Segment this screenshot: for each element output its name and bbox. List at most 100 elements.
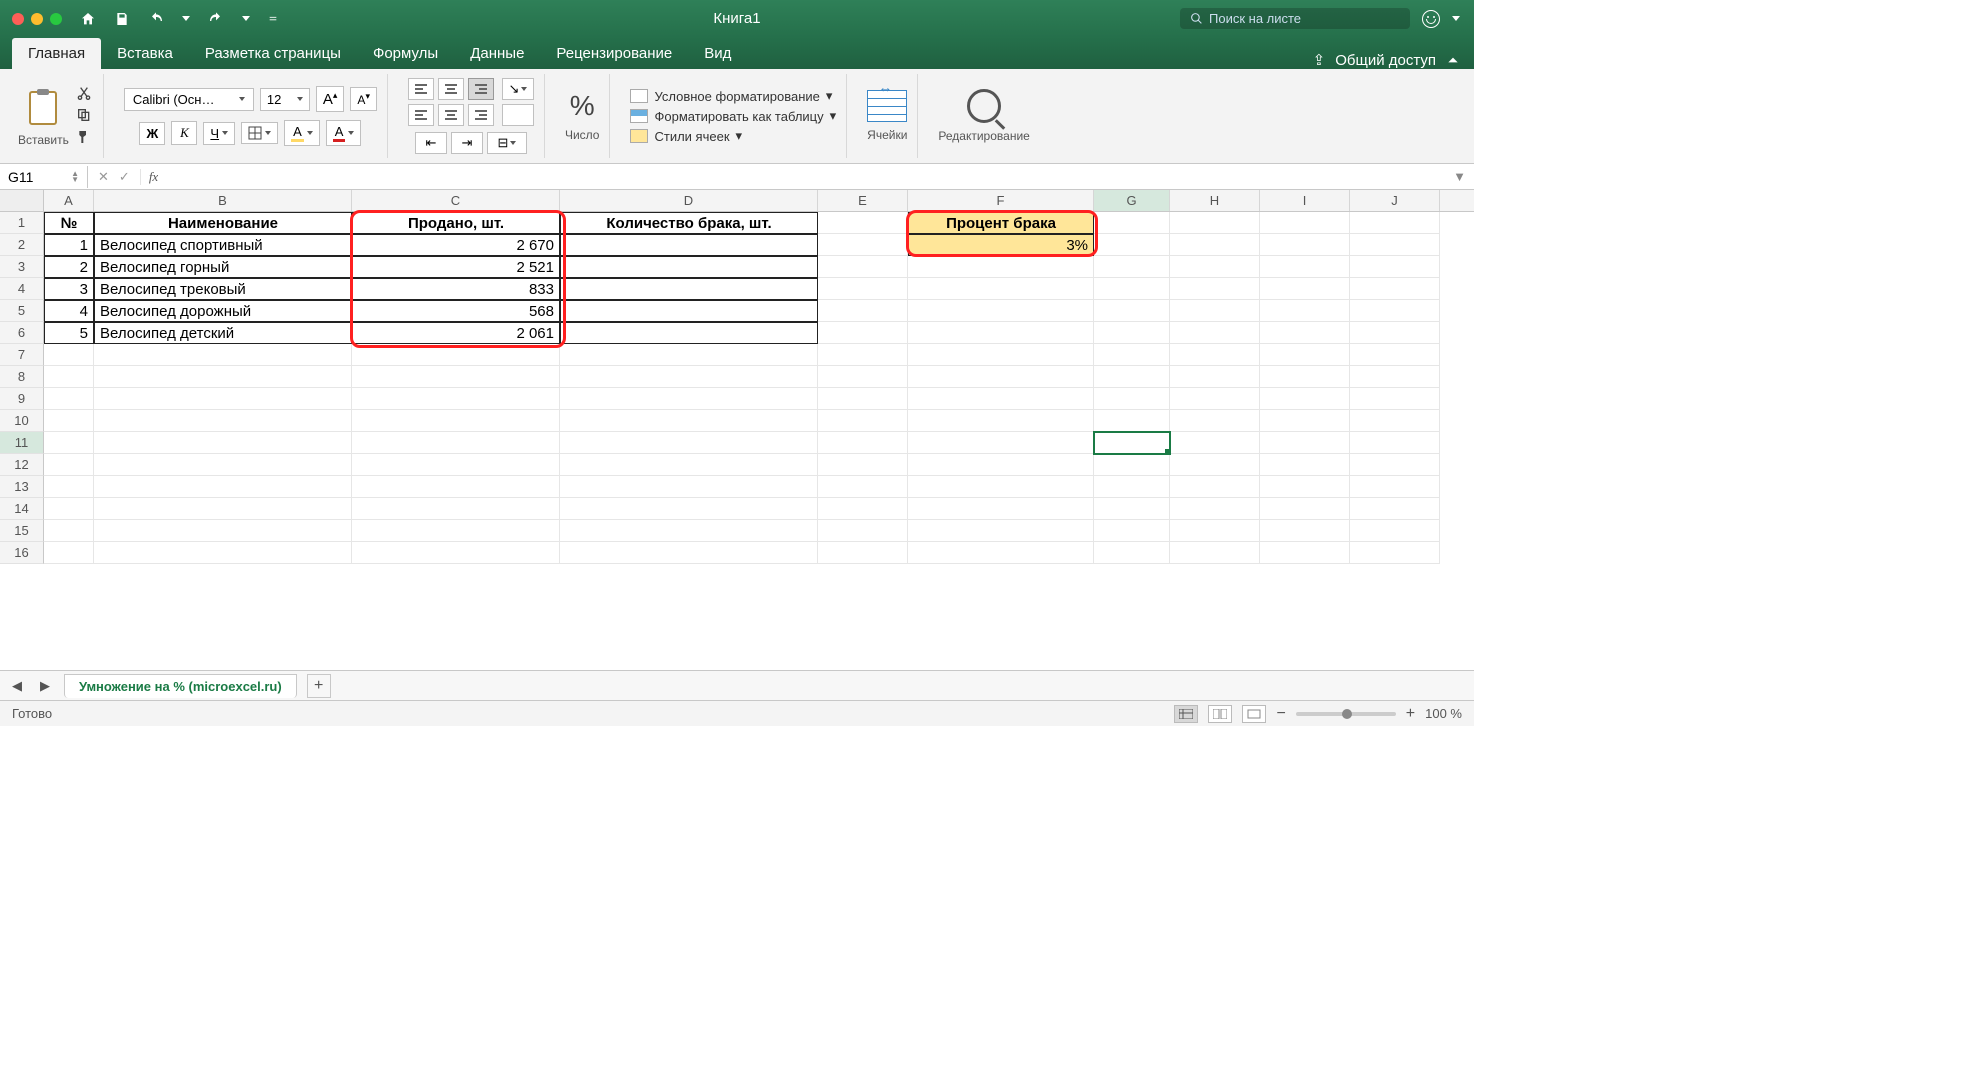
next-sheet-button[interactable]: ▶ — [36, 677, 54, 695]
maximize-window-button[interactable] — [50, 13, 62, 25]
cell-J2[interactable] — [1350, 234, 1440, 256]
normal-view-button[interactable] — [1174, 705, 1198, 723]
cell-C3[interactable]: 2 521 — [352, 256, 560, 278]
home-icon[interactable] — [80, 11, 96, 27]
cell-J1[interactable] — [1350, 212, 1440, 234]
col-header-D[interactable]: D — [560, 190, 818, 211]
page-break-view-button[interactable] — [1242, 705, 1266, 723]
row-header-12[interactable]: 12 — [0, 454, 44, 476]
cell-H6[interactable] — [1170, 322, 1260, 344]
align-middle-button[interactable] — [438, 78, 464, 100]
col-header-I[interactable]: I — [1260, 190, 1350, 211]
cell-A3[interactable]: 2 — [44, 256, 94, 278]
paste-icon[interactable] — [23, 85, 63, 129]
merge-cells-button[interactable]: ⊟ — [487, 132, 527, 154]
cell-E3[interactable] — [818, 256, 908, 278]
cell-F2[interactable]: 3% — [908, 234, 1094, 256]
cell-I6[interactable] — [1260, 322, 1350, 344]
col-header-C[interactable]: C — [352, 190, 560, 211]
col-header-E[interactable]: E — [818, 190, 908, 211]
cell-D5[interactable] — [560, 300, 818, 322]
cell-E4[interactable] — [818, 278, 908, 300]
col-header-H[interactable]: H — [1170, 190, 1260, 211]
close-window-button[interactable] — [12, 13, 24, 25]
cell-H3[interactable] — [1170, 256, 1260, 278]
cell-C6[interactable]: 2 061 — [352, 322, 560, 344]
cell-G2[interactable] — [1094, 234, 1170, 256]
bold-button[interactable]: Ж — [139, 122, 165, 145]
decrease-indent-button[interactable]: ⇤ — [415, 132, 447, 154]
cell-B6[interactable]: Велосипед детский — [94, 322, 352, 344]
row-header-13[interactable]: 13 — [0, 476, 44, 498]
cell-E6[interactable] — [818, 322, 908, 344]
cell-B1[interactable]: Наименование — [94, 212, 352, 234]
tab-review[interactable]: Рецензирование — [540, 38, 688, 69]
page-layout-view-button[interactable] — [1208, 705, 1232, 723]
feedback-dropdown-icon[interactable] — [1452, 16, 1460, 21]
font-color-button[interactable]: A — [326, 120, 362, 146]
align-right-button[interactable] — [468, 104, 494, 126]
cell-B2[interactable]: Велосипед спортивный — [94, 234, 352, 256]
font-name-selector[interactable]: Calibri (Осн… — [124, 88, 254, 111]
tab-data[interactable]: Данные — [454, 38, 540, 69]
cell-F1[interactable]: Процент брака — [908, 212, 1094, 234]
minimize-window-button[interactable] — [31, 13, 43, 25]
cells-icon[interactable] — [867, 90, 907, 122]
col-header-G[interactable]: G — [1094, 190, 1170, 211]
share-button[interactable]: Общий доступ — [1335, 52, 1436, 69]
align-left-button[interactable] — [408, 104, 434, 126]
orientation-button[interactable]: ↘ — [502, 78, 534, 100]
cell-G3[interactable] — [1094, 256, 1170, 278]
col-header-B[interactable]: B — [94, 190, 352, 211]
cell-J5[interactable] — [1350, 300, 1440, 322]
tab-layout[interactable]: Разметка страницы — [189, 38, 357, 69]
cell-F5[interactable] — [908, 300, 1094, 322]
percent-icon[interactable]: % — [570, 90, 595, 122]
row-header-10[interactable]: 10 — [0, 410, 44, 432]
cell-J6[interactable] — [1350, 322, 1440, 344]
align-bottom-button[interactable] — [468, 78, 494, 100]
cell-B5[interactable]: Велосипед дорожный — [94, 300, 352, 322]
row-header-7[interactable]: 7 — [0, 344, 44, 366]
find-icon[interactable] — [967, 89, 1001, 123]
row-header-16[interactable]: 16 — [0, 542, 44, 564]
cell-styles-button[interactable]: Стили ячеек ▾ — [630, 128, 836, 144]
row-header-15[interactable]: 15 — [0, 520, 44, 542]
undo-icon[interactable] — [148, 11, 164, 27]
redo-dropdown-icon[interactable] — [242, 16, 250, 21]
row-header-6[interactable]: 6 — [0, 322, 44, 344]
borders-button[interactable] — [241, 122, 278, 144]
cell-H5[interactable] — [1170, 300, 1260, 322]
font-size-selector[interactable]: 12 — [260, 88, 310, 111]
conditional-formatting-button[interactable]: Условное форматирование ▾ — [630, 88, 836, 104]
align-center-button[interactable] — [438, 104, 464, 126]
cell-G4[interactable] — [1094, 278, 1170, 300]
zoom-percent[interactable]: 100 % — [1425, 706, 1462, 721]
format-painter-icon[interactable] — [75, 129, 93, 145]
cell-D1[interactable]: Количество брака, шт. — [560, 212, 818, 234]
cell-E5[interactable] — [818, 300, 908, 322]
tab-formulas[interactable]: Формулы — [357, 38, 454, 69]
expand-formula-bar-icon[interactable]: ▼ — [1445, 169, 1474, 184]
cell-I5[interactable] — [1260, 300, 1350, 322]
cell-F3[interactable] — [908, 256, 1094, 278]
increase-font-button[interactable]: A▴ — [316, 86, 345, 112]
tab-view[interactable]: Вид — [688, 38, 747, 69]
zoom-in-button[interactable]: + — [1406, 705, 1415, 723]
decrease-font-button[interactable]: A▾ — [350, 87, 377, 111]
row-header-8[interactable]: 8 — [0, 366, 44, 388]
cell-J4[interactable] — [1350, 278, 1440, 300]
cell-E2[interactable] — [818, 234, 908, 256]
row-header-5[interactable]: 5 — [0, 300, 44, 322]
fx-label[interactable]: fx — [141, 169, 158, 185]
cell-G6[interactable] — [1094, 322, 1170, 344]
redo-icon[interactable] — [208, 11, 224, 27]
undo-dropdown-icon[interactable] — [182, 16, 190, 21]
row-header-4[interactable]: 4 — [0, 278, 44, 300]
cell-D4[interactable] — [560, 278, 818, 300]
enter-formula-icon[interactable]: ✓ — [119, 169, 130, 185]
copy-icon[interactable] — [75, 107, 93, 123]
cell-I1[interactable] — [1260, 212, 1350, 234]
col-header-A[interactable]: A — [44, 190, 94, 211]
cell-A4[interactable]: 3 — [44, 278, 94, 300]
